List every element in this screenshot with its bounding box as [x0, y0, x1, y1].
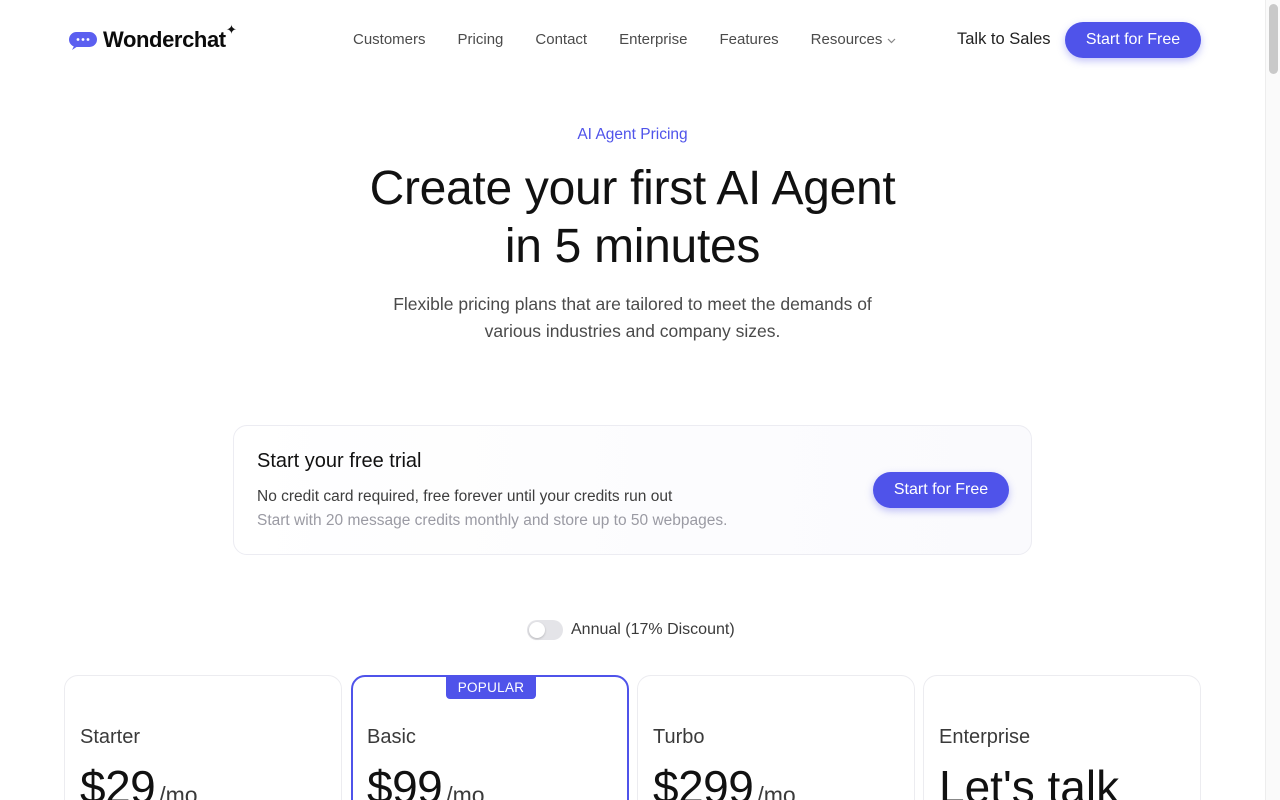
plan-price-period: /mo: [757, 782, 796, 800]
hero-subtitle-line2: various industries and company sizes.: [484, 321, 781, 341]
nav-item-resources-label: Resources: [810, 31, 883, 48]
plan-price-period: /mo: [159, 782, 198, 800]
plan-price: $299 /mo: [653, 760, 796, 800]
hero-title-line2: in 5 minutes: [504, 220, 761, 273]
plan-card-enterprise: Enterprise Let's talk: [923, 675, 1201, 800]
chat-bubble-icon: [68, 30, 98, 50]
page-scrollbar[interactable]: [1265, 0, 1280, 800]
main-nav: Customers Pricing Contact Enterprise Fea…: [353, 31, 928, 49]
annual-discount-label: Annual (17% Discount): [571, 621, 735, 638]
header-start-free-button[interactable]: Start for Free: [1065, 22, 1201, 58]
nav-item-resources[interactable]: Resources: [811, 31, 897, 49]
annual-billing-toggle[interactable]: [527, 620, 563, 640]
trial-title: Start your free trial: [257, 450, 422, 472]
site-header: Wonderchat ✦ Customers Pricing Contact E…: [0, 0, 1265, 80]
plan-price-period: /mo: [446, 782, 485, 800]
plan-card-starter: Starter $29 /mo: [64, 675, 342, 800]
trial-start-free-button[interactable]: Start for Free: [873, 472, 1009, 508]
nav-item-customers[interactable]: Customers: [353, 31, 426, 49]
hero-subtitle: Flexible pricing plans that are tailored…: [0, 291, 1265, 345]
chevron-down-icon: [887, 31, 896, 49]
popular-badge: POPULAR: [446, 675, 536, 699]
nav-item-features[interactable]: Features: [719, 31, 778, 49]
hero-subtitle-line1: Flexible pricing plans that are tailored…: [393, 294, 872, 314]
scrollbar-thumb[interactable]: [1269, 4, 1278, 74]
talk-to-sales-link[interactable]: Talk to Sales: [957, 30, 1051, 49]
plan-price-amount: $29: [80, 761, 156, 800]
trial-description: No credit card required, free forever un…: [257, 488, 673, 505]
plan-price-amount: $299: [653, 761, 754, 800]
plan-card-turbo: Turbo $299 /mo: [637, 675, 915, 800]
plan-name: Basic: [367, 726, 416, 748]
hero-title-line1: Create your first AI Agent: [369, 162, 896, 215]
nav-item-pricing[interactable]: Pricing: [458, 31, 504, 49]
brand-name: Wonderchat: [103, 27, 226, 52]
free-trial-card: Start your free trial No credit card req…: [233, 425, 1032, 555]
trial-details: Start with 20 message credits monthly an…: [257, 512, 728, 529]
plan-name: Starter: [80, 726, 141, 748]
plan-price: $29 /mo: [80, 760, 198, 800]
sparkle-icon: ✦: [226, 22, 237, 37]
plan-price-text: Let's talk: [939, 761, 1120, 800]
plan-name: Turbo: [653, 726, 705, 748]
billing-toggle-row: Annual (17% Discount): [527, 620, 735, 640]
plan-name: Enterprise: [939, 726, 1031, 748]
plan-price-amount: $99: [367, 761, 443, 800]
brand-logo[interactable]: Wonderchat: [68, 24, 226, 56]
toggle-knob: [529, 622, 545, 638]
nav-item-enterprise[interactable]: Enterprise: [619, 31, 687, 49]
plan-card-basic: POPULAR Basic $99 /mo: [351, 675, 629, 800]
hero-eyebrow: AI Agent Pricing: [577, 126, 688, 143]
hero-title: Create your first AI Agent in 5 minutes: [0, 160, 1265, 276]
nav-item-contact[interactable]: Contact: [535, 31, 587, 49]
plan-price: $99 /mo: [367, 760, 485, 800]
